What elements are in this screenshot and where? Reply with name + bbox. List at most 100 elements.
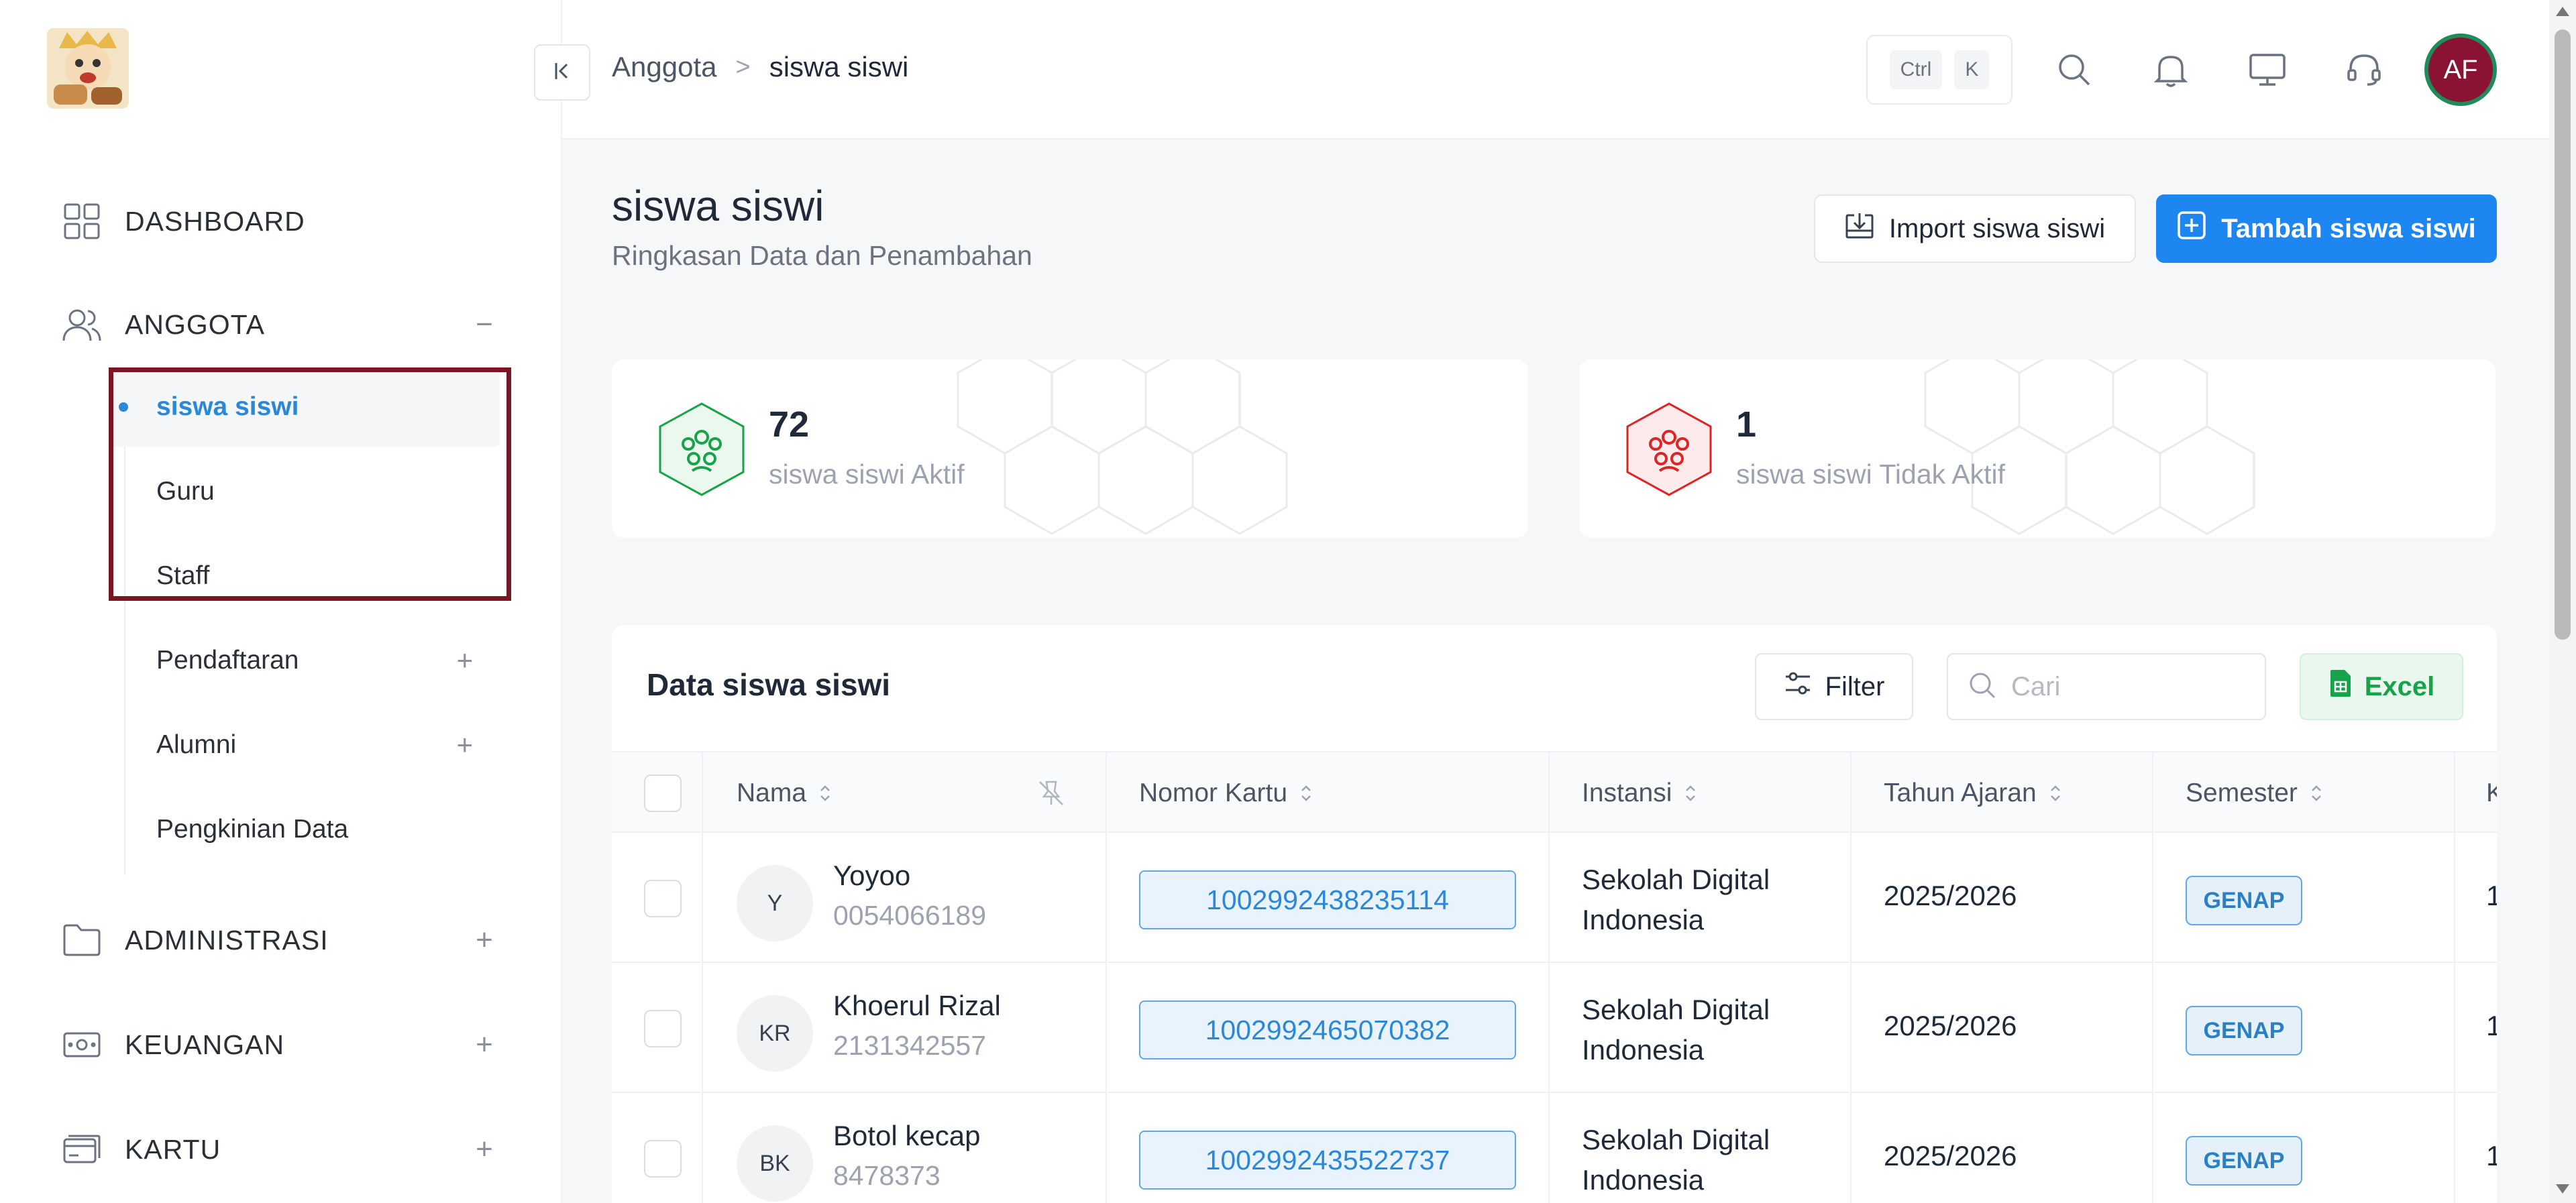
column-label: Nama [737, 779, 807, 807]
stat-card-active: 72 siswa siswi Aktif [612, 359, 1528, 538]
column-header-nomor-kartu[interactable]: Nomor Kartu [1139, 752, 1313, 834]
collapse-left-icon [551, 60, 574, 86]
column-label: Tahun Ajaran [1884, 779, 2037, 807]
student-avatar: Y [737, 865, 813, 941]
filter-button[interactable]: Filter [1755, 653, 1913, 720]
sidebar-item-pengkinian-data[interactable]: Pengkinian Data [111, 790, 500, 869]
avatar-initials: Y [767, 890, 783, 916]
highlight-box [109, 367, 511, 601]
import-button[interactable]: Import siswa siswi [1814, 194, 2136, 263]
collapse-toggle[interactable]: − [471, 308, 498, 341]
student-nis: 0054066189 [833, 900, 987, 931]
expand-toggle[interactable]: + [456, 729, 473, 761]
sidebar-item-label: Pengkinian Data [156, 815, 349, 844]
avatar-initials: KR [759, 1020, 791, 1046]
column-header-nama[interactable]: Nama [737, 752, 832, 834]
institution: Sekolah Digital Indonesia [1582, 864, 1770, 935]
add-student-button[interactable]: Tambah siswa siswi [2156, 194, 2497, 263]
card-number: 1002992438235114 [1206, 884, 1449, 915]
student-name[interactable]: Khoerul Rizal [833, 990, 1001, 1022]
card-number-badge[interactable]: 1002992465070382 [1139, 1000, 1516, 1059]
scroll-thumb[interactable] [2555, 30, 2571, 640]
school-logo[interactable] [47, 28, 129, 109]
search-field[interactable] [1947, 653, 2266, 720]
headset-icon[interactable] [2341, 47, 2387, 93]
nav-anggota[interactable]: ANGGOTA − [62, 298, 498, 351]
expand-toggle[interactable]: + [471, 923, 498, 957]
nav-label: KEUANGAN [125, 1029, 285, 1060]
scroll-down-arrow[interactable] [2556, 1184, 2569, 1194]
stat-value: 72 [769, 404, 810, 445]
sidebar-item-label: Alumni [156, 730, 237, 759]
card-number-badge[interactable]: 1002992438235114 [1139, 870, 1516, 929]
column-header-tahun-ajaran[interactable]: Tahun Ajaran [1884, 752, 2062, 834]
stat-value: 1 [1736, 404, 1757, 445]
search-input[interactable] [2011, 671, 2226, 702]
column-label: Nomor Kartu [1139, 779, 1288, 807]
page-title: siswa siswi [612, 182, 824, 230]
semester-label: GENAP [2203, 887, 2285, 913]
expand-toggle[interactable]: + [471, 1133, 498, 1166]
card-number-badge[interactable]: 1002992435522737 [1139, 1131, 1516, 1190]
column-header-semester[interactable]: Semester [2186, 752, 2323, 834]
collapse-sidebar-button[interactable] [534, 44, 590, 101]
truncated-cell: 1 [2486, 1140, 2497, 1171]
unpin-icon[interactable] [1037, 752, 1065, 834]
import-icon [1845, 211, 1874, 246]
row-checkbox[interactable] [644, 1140, 682, 1178]
bell-icon[interactable] [2148, 47, 2194, 93]
column-label: K [2486, 779, 2497, 807]
semester-badge: GENAP [2186, 1006, 2302, 1055]
nav-dashboard[interactable]: DASHBOARD [62, 194, 498, 248]
expand-toggle[interactable]: + [471, 1028, 498, 1062]
sidebar-item-pendaftaran[interactable]: Pendaftaran + [111, 621, 500, 700]
page-scrollbar[interactable] [2549, 0, 2576, 1203]
filter-label: Filter [1825, 671, 1885, 701]
monitor-icon[interactable] [2245, 47, 2290, 93]
column-header-instansi[interactable]: Instansi [1582, 752, 1697, 834]
sort-icon[interactable] [2310, 783, 2323, 804]
import-label: Import siswa siswi [1888, 213, 2106, 243]
nav-label: ANGGOTA [125, 308, 265, 340]
table-row[interactable]: KR Khoerul Rizal 2131342557 100299246507… [612, 963, 2497, 1093]
table-row[interactable]: Y Yoyoo 0054066189 1002992438235114 Seko… [612, 833, 2497, 963]
nav-kartu[interactable]: KARTU + [62, 1123, 498, 1176]
student-name[interactable]: Botol kecap [833, 1120, 980, 1152]
student-nis: 2131342557 [833, 1030, 987, 1061]
student-name[interactable]: Yoyoo [833, 860, 910, 892]
column-header-k[interactable]: K [2486, 752, 2497, 834]
user-avatar[interactable]: AF [2424, 34, 2497, 106]
breadcrumb-parent[interactable]: Anggota [612, 51, 716, 83]
excel-export-button[interactable]: Excel [2300, 653, 2463, 720]
column-label: Instansi [1582, 779, 1672, 807]
sort-icon[interactable] [1684, 783, 1697, 804]
plus-square-icon [2177, 211, 2206, 247]
sort-icon[interactable] [2049, 783, 2062, 804]
nav-keuangan[interactable]: KEUANGAN + [62, 1018, 498, 1072]
student-avatar: BK [737, 1125, 813, 1202]
row-checkbox[interactable] [644, 1010, 682, 1047]
semester-label: GENAP [2203, 1147, 2285, 1173]
sort-icon[interactable] [818, 783, 832, 804]
hexagon-pattern [957, 359, 1288, 535]
command-shortcut[interactable]: Ctrl K [1866, 35, 2012, 105]
avatar-initials: BK [759, 1150, 790, 1176]
semester-badge: GENAP [2186, 1136, 2302, 1186]
nav-label: ADMINISTRASI [125, 924, 329, 956]
search-icon[interactable] [2051, 47, 2097, 93]
sidebar-item-alumni[interactable]: Alumni + [111, 705, 500, 785]
shortcut-key-k: K [1954, 50, 1990, 89]
add-label: Tambah siswa siswi [2221, 213, 2476, 243]
scroll-up-arrow[interactable] [2556, 7, 2569, 16]
row-checkbox[interactable] [644, 880, 682, 917]
select-all-checkbox[interactable] [644, 775, 682, 812]
users-icon [62, 304, 102, 345]
truncated-cell: 1 [2486, 880, 2497, 911]
table-row[interactable]: BK Botol kecap 8478373 1002992435522737 … [612, 1093, 2497, 1203]
sort-icon[interactable] [1299, 783, 1313, 804]
nav-administrasi[interactable]: ADMINISTRASI + [62, 913, 498, 967]
expand-toggle[interactable]: + [456, 644, 473, 677]
inactive-students-icon [1623, 401, 1715, 498]
grid-icon [62, 201, 102, 241]
truncated-cell: 1 [2486, 1010, 2497, 1041]
